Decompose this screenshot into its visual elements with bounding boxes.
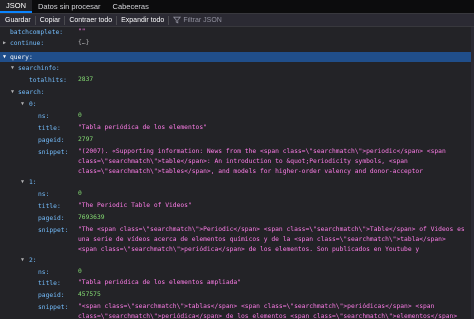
collapse-all-button[interactable]: Contraer todo: [66, 15, 115, 26]
save-button[interactable]: Guardar: [2, 15, 34, 26]
tree-row-snippet[interactable]: snippet: "<span class=\"searchmatch\">ta…: [0, 302, 474, 319]
tree-row-search[interactable]: ▼ search:: [0, 87, 474, 98]
filter-box: [173, 15, 274, 26]
toolbar-divider: [64, 15, 66, 25]
number-value: 0: [78, 190, 82, 197]
key-label: title:: [38, 125, 61, 132]
number-value: 0: [78, 268, 82, 275]
tree-row-ns[interactable]: ns: 0: [0, 111, 474, 122]
string-value: "The <span class=\"searchmatch\">Periodi…: [78, 226, 469, 253]
toolbar-divider: [168, 15, 170, 25]
key-label: totalhits:: [29, 77, 67, 84]
tree-row-title[interactable]: title: "Tabla periódica de los elementos…: [0, 278, 474, 289]
key-label: pageid:: [38, 215, 65, 222]
key-label: title:: [38, 280, 61, 287]
number-value: 457575: [78, 291, 101, 298]
triangle-down-icon[interactable]: ▼: [21, 101, 24, 107]
string-value: "Tabla periódica de los elementos": [78, 124, 207, 131]
tree-row-snippet[interactable]: snippet: "The <span class=\"searchmatch\…: [0, 225, 474, 256]
tree-row-query[interactable]: ▼ query:: [0, 52, 474, 62]
tree-row-totalhits[interactable]: totalhits: 2837: [0, 75, 474, 86]
number-value: 2837: [78, 76, 94, 83]
object-value: {…}: [78, 39, 90, 46]
key-label: ns:: [38, 269, 50, 276]
toolbar-divider: [34, 15, 36, 25]
key-label: title:: [38, 203, 61, 210]
key-label: pageid:: [38, 292, 65, 299]
tree-row-pageid[interactable]: pageid: 7693639: [0, 213, 474, 224]
expand-all-button[interactable]: Expandir todo: [118, 15, 167, 26]
key-label: ns:: [38, 113, 50, 120]
tab-raw-data[interactable]: Datos sin procesar: [32, 0, 107, 13]
string-value: "(2007). «Supporting information: News f…: [78, 148, 450, 175]
tree-row-batchcomplete[interactable]: batchcomplete: "": [0, 27, 474, 38]
key-label: continue:: [10, 40, 45, 47]
copy-button[interactable]: Copiar: [37, 15, 64, 26]
key-label: pageid:: [38, 137, 65, 144]
triangle-down-icon[interactable]: ▼: [21, 257, 24, 263]
key-label: 1:: [29, 179, 37, 186]
triangle-down-icon[interactable]: ▼: [11, 65, 14, 71]
triangle-right-icon[interactable]: ▶: [3, 40, 6, 46]
json-tree: batchcomplete: "" ▶ continue: {…} ▼ quer…: [0, 27, 474, 319]
tree-row-ns[interactable]: ns: 0: [0, 267, 474, 278]
number-value: 7693639: [78, 214, 105, 221]
string-value: "<span class=\"searchmatch\">tablas</spa…: [78, 303, 458, 319]
number-value: 0: [78, 112, 82, 119]
toolbar-divider: [116, 15, 118, 25]
string-value: "Tabla periódica de los elementos amplia…: [78, 279, 242, 286]
tree-row-pageid[interactable]: pageid: 457575: [0, 290, 474, 301]
key-label: searchinfo:: [18, 65, 60, 72]
json-viewer: JSON Datos sin procesar Cabeceras Guarda…: [0, 0, 474, 319]
key-label: snippet:: [38, 227, 69, 234]
key-label: batchcomplete:: [10, 29, 64, 36]
key-label: search:: [18, 89, 45, 96]
tree-row-pageid[interactable]: pageid: 2797: [0, 135, 474, 146]
tree-row-result[interactable]: ▼ 1:: [0, 177, 474, 188]
key-label: snippet:: [38, 149, 69, 156]
key-label: snippet:: [38, 304, 69, 311]
filter-json-input[interactable]: [183, 16, 274, 24]
funnel-icon: [173, 16, 182, 24]
tree-row-snippet[interactable]: snippet: "(2007). «Supporting informatio…: [0, 147, 474, 178]
tree-row-continue[interactable]: ▶ continue: {…}: [0, 38, 474, 49]
triangle-down-icon[interactable]: ▼: [21, 179, 24, 185]
string-value: "": [78, 28, 86, 35]
tree-row-ns[interactable]: ns: 0: [0, 189, 474, 200]
tree-row-title[interactable]: title: "Tabla periódica de los elementos…: [0, 123, 474, 134]
number-value: 2797: [78, 136, 94, 143]
string-value: "The Periodic Table of Videos": [78, 202, 192, 209]
tab-headers[interactable]: Cabeceras: [107, 0, 155, 13]
key-label: 2:: [29, 257, 37, 264]
tree-row-title[interactable]: title: "The Periodic Table of Videos": [0, 201, 474, 212]
toolbar: Guardar Copiar Contraer todo Expandir to…: [0, 14, 474, 27]
triangle-down-icon[interactable]: ▼: [3, 54, 6, 60]
key-label: query:: [10, 54, 33, 61]
tree-row-searchinfo[interactable]: ▼ searchinfo:: [0, 63, 474, 74]
tree-row-result[interactable]: ▼ 0:: [0, 99, 474, 110]
tree-row-result[interactable]: ▼ 2:: [0, 255, 474, 266]
key-label: 0:: [29, 101, 37, 108]
triangle-down-icon[interactable]: ▼: [11, 89, 14, 95]
tab-bar: JSON Datos sin procesar Cabeceras: [0, 0, 474, 14]
tab-json[interactable]: JSON: [0, 0, 33, 13]
key-label: ns:: [38, 191, 50, 198]
